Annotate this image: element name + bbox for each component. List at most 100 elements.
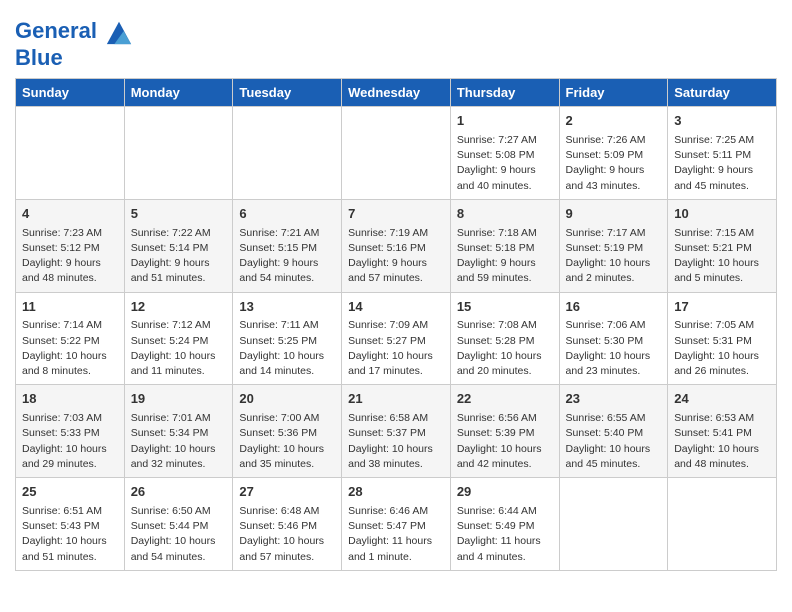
day-info: Sunset: 5:21 PM [674,241,770,256]
day-info: Sunset: 5:34 PM [131,426,227,441]
logo-text: General [15,18,133,46]
day-number: 29 [457,483,553,502]
day-number: 15 [457,298,553,317]
day-info: and 4 minutes. [457,550,553,565]
calendar-cell: 28Sunrise: 6:46 AMSunset: 5:47 PMDayligh… [342,478,451,571]
day-info: Sunrise: 7:08 AM [457,318,553,333]
calendar-cell [559,478,668,571]
day-info: Daylight: 9 hours [457,163,553,178]
calendar-cell: 24Sunrise: 6:53 AMSunset: 5:41 PMDayligh… [668,385,777,478]
day-info: Sunrise: 6:56 AM [457,411,553,426]
day-info: Sunset: 5:27 PM [348,334,444,349]
calendar-cell: 23Sunrise: 6:55 AMSunset: 5:40 PMDayligh… [559,385,668,478]
day-number: 22 [457,390,553,409]
day-info: Sunset: 5:44 PM [131,519,227,534]
day-info: and 2 minutes. [566,271,662,286]
day-info: Sunrise: 7:12 AM [131,318,227,333]
day-info: Sunset: 5:19 PM [566,241,662,256]
day-info: Sunrise: 7:25 AM [674,133,770,148]
day-info: and 43 minutes. [566,179,662,194]
day-info: Sunrise: 6:46 AM [348,504,444,519]
calendar-cell: 26Sunrise: 6:50 AMSunset: 5:44 PMDayligh… [124,478,233,571]
calendar-week-row: 1Sunrise: 7:27 AMSunset: 5:08 PMDaylight… [16,107,777,200]
day-info: Daylight: 10 hours [348,349,444,364]
day-number: 18 [22,390,118,409]
day-number: 2 [566,112,662,131]
day-info: Sunset: 5:28 PM [457,334,553,349]
day-info: and 20 minutes. [457,364,553,379]
day-info: Sunrise: 7:19 AM [348,226,444,241]
day-info: and 8 minutes. [22,364,118,379]
calendar-cell: 13Sunrise: 7:11 AMSunset: 5:25 PMDayligh… [233,292,342,385]
day-info: and 42 minutes. [457,457,553,472]
weekday-header: Saturday [668,79,777,107]
day-info: and 45 minutes. [566,457,662,472]
calendar-cell: 8Sunrise: 7:18 AMSunset: 5:18 PMDaylight… [450,199,559,292]
day-info: Sunset: 5:33 PM [22,426,118,441]
day-number: 7 [348,205,444,224]
day-info: and 23 minutes. [566,364,662,379]
calendar-cell: 4Sunrise: 7:23 AMSunset: 5:12 PMDaylight… [16,199,125,292]
calendar-cell [233,107,342,200]
calendar-cell: 29Sunrise: 6:44 AMSunset: 5:49 PMDayligh… [450,478,559,571]
day-info: Sunrise: 6:51 AM [22,504,118,519]
day-info: Sunrise: 7:26 AM [566,133,662,148]
day-info: and 48 minutes. [22,271,118,286]
day-info: Sunset: 5:08 PM [457,148,553,163]
weekday-header: Wednesday [342,79,451,107]
day-info: Sunset: 5:16 PM [348,241,444,256]
calendar-cell: 15Sunrise: 7:08 AMSunset: 5:28 PMDayligh… [450,292,559,385]
calendar-cell: 25Sunrise: 6:51 AMSunset: 5:43 PMDayligh… [16,478,125,571]
day-info: and 57 minutes. [348,271,444,286]
calendar-table: SundayMondayTuesdayWednesdayThursdayFrid… [15,78,777,571]
day-number: 10 [674,205,770,224]
day-info: Daylight: 10 hours [131,442,227,457]
day-info: Sunrise: 7:05 AM [674,318,770,333]
weekday-header: Sunday [16,79,125,107]
day-info: and 17 minutes. [348,364,444,379]
day-number: 3 [674,112,770,131]
logo: General Blue [15,18,133,70]
calendar-cell: 12Sunrise: 7:12 AMSunset: 5:24 PMDayligh… [124,292,233,385]
day-info: Sunrise: 7:21 AM [239,226,335,241]
calendar-cell [668,478,777,571]
day-info: Daylight: 10 hours [22,442,118,457]
day-number: 27 [239,483,335,502]
day-info: Sunset: 5:31 PM [674,334,770,349]
day-number: 4 [22,205,118,224]
day-info: Daylight: 10 hours [239,442,335,457]
day-info: Daylight: 10 hours [348,442,444,457]
day-info: Daylight: 9 hours [239,256,335,271]
day-info: Sunset: 5:25 PM [239,334,335,349]
day-number: 12 [131,298,227,317]
day-number: 16 [566,298,662,317]
day-info: Sunset: 5:36 PM [239,426,335,441]
day-info: Daylight: 9 hours [22,256,118,271]
day-info: Sunset: 5:49 PM [457,519,553,534]
day-info: Sunset: 5:40 PM [566,426,662,441]
day-info: Sunset: 5:37 PM [348,426,444,441]
day-info: Sunrise: 7:00 AM [239,411,335,426]
calendar-cell: 3Sunrise: 7:25 AMSunset: 5:11 PMDaylight… [668,107,777,200]
weekday-header: Tuesday [233,79,342,107]
day-info: Sunrise: 7:18 AM [457,226,553,241]
day-info: Sunset: 5:18 PM [457,241,553,256]
day-info: Sunset: 5:39 PM [457,426,553,441]
day-info: Daylight: 10 hours [131,349,227,364]
calendar-cell: 22Sunrise: 6:56 AMSunset: 5:39 PMDayligh… [450,385,559,478]
day-info: Sunrise: 6:53 AM [674,411,770,426]
day-info: Sunrise: 6:48 AM [239,504,335,519]
day-info: Sunset: 5:41 PM [674,426,770,441]
day-number: 8 [457,205,553,224]
day-number: 25 [22,483,118,502]
day-info: Sunrise: 6:55 AM [566,411,662,426]
day-info: Sunset: 5:24 PM [131,334,227,349]
day-info: Daylight: 10 hours [674,256,770,271]
day-number: 1 [457,112,553,131]
day-info: and 32 minutes. [131,457,227,472]
calendar-cell: 18Sunrise: 7:03 AMSunset: 5:33 PMDayligh… [16,385,125,478]
day-info: Daylight: 10 hours [22,349,118,364]
calendar-week-row: 18Sunrise: 7:03 AMSunset: 5:33 PMDayligh… [16,385,777,478]
calendar-cell: 14Sunrise: 7:09 AMSunset: 5:27 PMDayligh… [342,292,451,385]
calendar-week-row: 4Sunrise: 7:23 AMSunset: 5:12 PMDaylight… [16,199,777,292]
